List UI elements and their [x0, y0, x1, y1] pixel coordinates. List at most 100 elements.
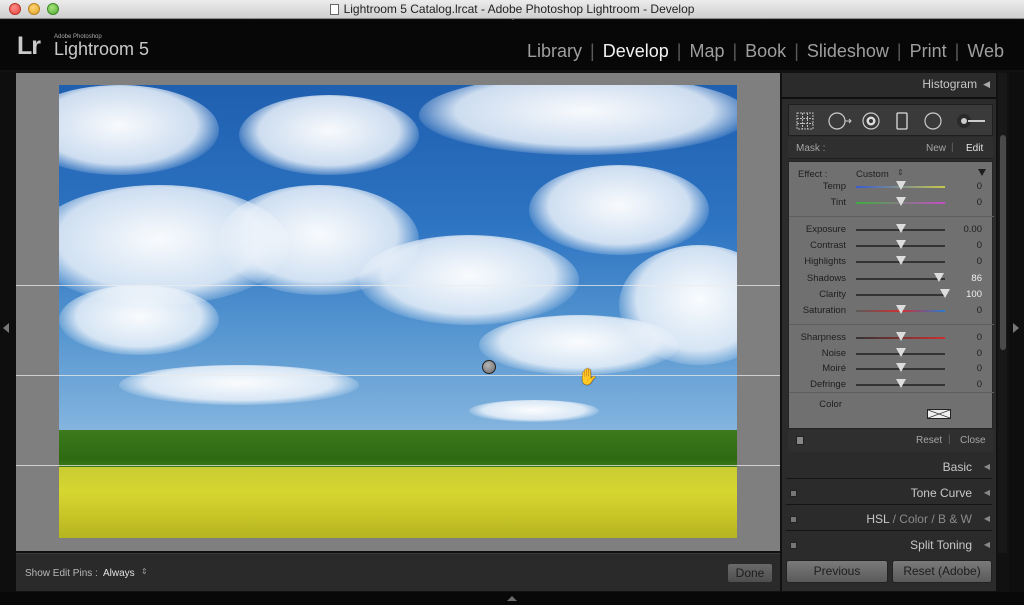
- title-bar: Lightroom 5 Catalog.lrcat - Adobe Photos…: [0, 0, 1024, 19]
- slider-thumb[interactable]: [895, 197, 906, 206]
- radial-filter-icon[interactable]: [923, 111, 943, 131]
- zoom-window-button[interactable]: [47, 3, 59, 15]
- slider-thumb[interactable]: [895, 379, 906, 388]
- hsl-section-header[interactable]: HSL / Color / B & W ◀: [782, 507, 996, 531]
- color-row: Color: [789, 398, 994, 412]
- reset-adobe-button[interactable]: Reset (Adobe): [892, 560, 992, 583]
- histogram-header[interactable]: Histogram ◀: [922, 77, 990, 91]
- slider-label: Highlights: [804, 256, 846, 267]
- divider: [789, 216, 994, 217]
- slider-thumb[interactable]: [895, 181, 906, 190]
- panel-switch-icon[interactable]: [790, 542, 797, 549]
- slider-value[interactable]: 0.00: [964, 224, 983, 235]
- slider-thumb[interactable]: [895, 240, 906, 249]
- scrollbar-thumb[interactable]: [1000, 135, 1006, 350]
- adjustment-brush-icon[interactable]: [955, 111, 987, 131]
- slider-value[interactable]: 86: [971, 273, 982, 284]
- module-map[interactable]: Map: [681, 41, 732, 62]
- mask-new-button[interactable]: New: [926, 143, 946, 154]
- slider-thumb[interactable]: [933, 273, 944, 282]
- slider-value[interactable]: 0: [977, 240, 982, 251]
- color-label: Color: [819, 399, 842, 410]
- basic-section-header[interactable]: Basic ◀: [782, 455, 996, 479]
- module-develop[interactable]: Develop: [595, 41, 677, 62]
- hsl-tab[interactable]: HSL: [866, 512, 889, 526]
- effect-preset-select[interactable]: Custom: [856, 169, 889, 180]
- show-edit-pins-select[interactable]: Always: [103, 568, 135, 579]
- module-book[interactable]: Book: [737, 41, 794, 62]
- slider-value[interactable]: 100: [966, 289, 982, 300]
- cloud: [479, 315, 679, 375]
- toolbar: Show Edit Pins : Always ⇕ Done: [16, 553, 780, 591]
- panel-switch-icon[interactable]: [796, 436, 804, 445]
- module-slideshow[interactable]: Slideshow: [799, 41, 897, 62]
- tone-curve-section-header[interactable]: Tone Curve ◀: [782, 481, 996, 505]
- tab-separator: /: [931, 512, 938, 526]
- color-tab[interactable]: Color: [899, 512, 928, 526]
- slider-label: Defringe: [810, 379, 846, 390]
- slider-row-temp: Temp 0: [789, 180, 994, 194]
- slider-value[interactable]: 0: [977, 256, 982, 267]
- slider-thumb[interactable]: [940, 289, 950, 298]
- filmstrip-toggle-icon[interactable]: [507, 596, 517, 601]
- chevron-updown-icon[interactable]: ⇕: [141, 567, 148, 576]
- mask-edit-button[interactable]: Edit: [966, 143, 983, 154]
- right-panel-edge: [1009, 72, 1024, 605]
- module-print[interactable]: Print: [902, 41, 955, 62]
- cloud: [239, 95, 419, 175]
- panel-reset-button[interactable]: Reset: [916, 435, 942, 446]
- slider-value[interactable]: 0: [977, 181, 982, 192]
- collapse-triangle-icon[interactable]: [978, 169, 986, 176]
- slider-value[interactable]: 0: [977, 305, 982, 316]
- right-panel-toggle-icon[interactable]: [1013, 323, 1019, 333]
- chevron-updown-icon[interactable]: ⇕: [897, 168, 904, 177]
- graduated-filter-top-line[interactable]: [16, 285, 780, 286]
- panel-switch-icon[interactable]: [790, 490, 797, 497]
- effect-panel: Effect : Custom ⇕ Color Temp 0 Tint 0 Exposu…: [788, 161, 994, 429]
- slider-thumb[interactable]: [895, 224, 906, 233]
- slider-value[interactable]: 0: [977, 348, 982, 359]
- document-icon: [329, 3, 339, 15]
- slider-track[interactable]: [856, 294, 945, 296]
- collapse-left-icon: ◀: [983, 488, 990, 497]
- slider-thumb[interactable]: [895, 363, 906, 372]
- slider-row-shadows: Shadows 86: [789, 272, 994, 286]
- identity-plate: Lr Adobe Photoshop Lightroom 5: [17, 32, 149, 61]
- color-swatch-icon[interactable]: [927, 409, 951, 419]
- module-picker: Library | Develop | Map | Book | Slideshow | Print…: [519, 41, 1012, 62]
- cloud: [59, 285, 219, 355]
- module-web[interactable]: Web: [959, 41, 1012, 62]
- panel-switch-icon[interactable]: [790, 516, 797, 523]
- edit-pin[interactable]: [482, 360, 496, 374]
- slider-value[interactable]: 0: [977, 379, 982, 390]
- slider-value[interactable]: 0: [977, 197, 982, 208]
- slider-thumb[interactable]: [895, 332, 906, 341]
- spot-removal-icon[interactable]: [827, 111, 853, 131]
- graduated-filter-center-line[interactable]: [16, 375, 780, 376]
- graduated-filter-icon[interactable]: [892, 111, 912, 131]
- collapse-left-icon: ◀: [983, 540, 990, 549]
- slider-value[interactable]: 0: [977, 332, 982, 343]
- previous-button[interactable]: Previous: [786, 560, 888, 583]
- slider-track[interactable]: [856, 278, 945, 280]
- slider-value[interactable]: 0: [977, 363, 982, 374]
- slider-thumb[interactable]: [895, 348, 906, 357]
- slider-thumb[interactable]: [895, 305, 906, 314]
- minimize-window-button[interactable]: [28, 3, 40, 15]
- split-toning-section-header[interactable]: Split Toning ◀: [782, 533, 996, 553]
- slider-row-saturation: Saturation 0: [789, 304, 994, 318]
- photo-preview[interactable]: [59, 85, 737, 538]
- close-window-button[interactable]: [9, 3, 21, 15]
- tone-curve-label: Tone Curve: [910, 486, 972, 500]
- bw-tab[interactable]: B & W: [938, 512, 972, 526]
- slider-thumb[interactable]: [895, 256, 906, 265]
- left-panel-toggle-icon[interactable]: [3, 323, 9, 333]
- graduated-filter-bottom-line[interactable]: [16, 465, 780, 466]
- show-edit-pins-label: Show Edit Pins :: [25, 568, 98, 579]
- done-button[interactable]: Done: [727, 563, 773, 583]
- crop-overlay-icon[interactable]: [795, 111, 815, 131]
- slider-label: Temp: [822, 181, 846, 192]
- module-library[interactable]: Library: [519, 41, 590, 62]
- panel-close-button[interactable]: Close: [960, 435, 986, 446]
- red-eye-icon[interactable]: [861, 111, 881, 131]
